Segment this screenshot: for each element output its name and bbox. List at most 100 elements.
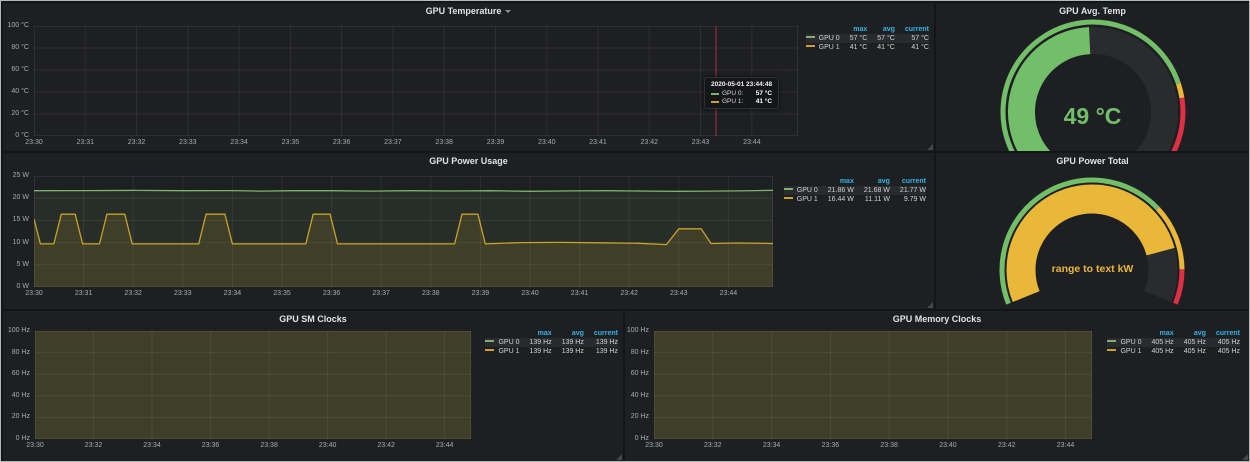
y-tick-label: 0 Hz	[625, 435, 649, 442]
grafana-dashboard: GPU Temperature maxavgcurrentGPU 057 °C5…	[0, 0, 1250, 462]
chart-area-gpu_memory_clocks[interactable]	[654, 331, 1092, 439]
y-tick-label: 80 Hz	[3, 349, 30, 356]
panel-gpu-power-total: GPU Power Total range to text kW	[936, 153, 1249, 309]
panel-gpu-power-usage: GPU Power Usage maxavgcurrentGPU 021.86 …	[3, 153, 934, 309]
legend-stat-header[interactable]: current	[584, 329, 618, 338]
y-tick-label: 40 Hz	[625, 392, 649, 399]
legend-stat-header[interactable]: avg	[854, 177, 890, 186]
legend-series-toggle[interactable]: GPU 1	[784, 195, 818, 204]
legend-stat-max: 41 °C	[840, 43, 868, 52]
legend-stat-header[interactable]: max	[1142, 329, 1174, 338]
series-fills	[654, 331, 1092, 439]
legend-stat-max: 405 Hz	[1142, 347, 1174, 356]
x-tick-label: 23:42	[634, 139, 664, 146]
legend-stat-avg: 41 °C	[867, 43, 895, 52]
panel-title-gpu-power-usage[interactable]: GPU Power Usage	[3, 155, 934, 168]
legend-table: maxavgcurrentGPU 057 °C57 °C57 °CGPU 141…	[806, 25, 929, 52]
panel-title-gpu-power-total[interactable]: GPU Power Total	[936, 155, 1249, 168]
legend-series-toggle[interactable]: GPU 0	[806, 34, 840, 43]
legend-stat-header[interactable]: current	[895, 25, 929, 34]
y-tick-label: 0 Hz	[3, 435, 30, 442]
panel-title-gpu-sm-clocks[interactable]: GPU SM Clocks	[3, 313, 623, 326]
y-tick-label: 20 Hz	[3, 413, 30, 420]
legend-stat-header[interactable]: avg	[1174, 329, 1206, 338]
legend-series-toggle[interactable]: GPU 1	[806, 43, 840, 52]
y-tick-label: 15 W	[3, 216, 29, 223]
x-tick-label: 23:34	[224, 139, 254, 146]
x-tick-label: 23:44	[430, 442, 460, 449]
x-tick-label: 23:40	[532, 139, 562, 146]
y-tick-label: 80 °C	[3, 44, 29, 51]
series-fills	[34, 190, 773, 287]
panel-resize-handle[interactable]	[1242, 454, 1248, 460]
y-tick-label: 0 W	[3, 283, 29, 290]
x-tick-label: 23:44	[1051, 442, 1081, 449]
y-tick-label: 20 W	[3, 194, 29, 201]
legend-stat-avg: 139 Hz	[552, 338, 584, 347]
chart-area-gpu_power_usage[interactable]	[34, 176, 773, 287]
legend-stat-current: 139 Hz	[584, 338, 618, 347]
y-tick-label: 5 W	[3, 261, 29, 268]
legend-row-gpu-0: GPU 0405 Hz405 Hz405 Hz	[1107, 338, 1240, 347]
legend-row-gpu-1: GPU 1139 Hz139 Hz139 Hz	[485, 347, 618, 356]
series-color-swatch	[806, 36, 815, 38]
legend-stat-avg: 11.11 W	[854, 195, 890, 204]
series-color-swatch	[784, 197, 793, 199]
x-tick-label: 23:34	[217, 290, 247, 297]
legend-stat-current: 57 °C	[895, 34, 929, 43]
y-tick-label: 80 Hz	[625, 349, 649, 356]
legend-stat-max: 57 °C	[840, 34, 868, 43]
x-tick-label: 23:36	[815, 442, 845, 449]
legend-header-spacer	[485, 329, 519, 338]
panel-title-gpu-temperature[interactable]: GPU Temperature	[3, 5, 934, 18]
legend-series-toggle[interactable]: GPU 1	[1107, 347, 1141, 356]
legend-row-gpu-0: GPU 021.86 W21.68 W21.77 W	[784, 186, 926, 195]
chart-area-gpu_sm_clocks[interactable]	[35, 331, 471, 439]
x-tick-label: 23:42	[371, 442, 401, 449]
legend-stat-header[interactable]: avg	[867, 25, 895, 34]
legend-stat-header[interactable]: avg	[552, 329, 584, 338]
legend-series-toggle[interactable]: GPU 0	[1107, 338, 1141, 347]
legend-stat-header[interactable]: max	[818, 177, 854, 186]
chart-tooltip: 2020-05-01 23:44:48 GPU 0:57 °CGPU 1:41 …	[704, 77, 779, 109]
x-tick-label: 23:32	[122, 139, 152, 146]
y-tick-label: 100 Hz	[3, 327, 30, 334]
legend-stat-max: 405 Hz	[1142, 338, 1174, 347]
panel-title-gpu-avg-temp[interactable]: GPU Avg. Temp	[936, 5, 1249, 18]
legend-row-gpu-0: GPU 0139 Hz139 Hz139 Hz	[485, 338, 618, 347]
legend-row-gpu-0: GPU 057 °C57 °C57 °C	[806, 34, 929, 43]
panel-title-text: GPU SM Clocks	[279, 314, 347, 324]
legend-series-toggle[interactable]: GPU 0	[485, 338, 519, 347]
legend-header-spacer	[806, 25, 840, 34]
legend-row-gpu-1: GPU 116.44 W11.11 W9.79 W	[784, 195, 926, 204]
chart-area-gpu_temperature[interactable]	[34, 26, 798, 136]
y-tick-label: 60 Hz	[625, 370, 649, 377]
x-tick-label: 23:43	[664, 290, 694, 297]
series-color-swatch	[806, 45, 815, 47]
legend-series-toggle[interactable]: GPU 0	[784, 186, 818, 195]
panel-title-gpu-memory-clocks[interactable]: GPU Memory Clocks	[625, 313, 1249, 326]
x-tick-label: 23:40	[933, 442, 963, 449]
y-tick-label: 60 Hz	[3, 370, 30, 377]
legend-stat-current: 139 Hz	[584, 347, 618, 356]
panel-resize-handle[interactable]	[927, 302, 933, 308]
legend-stat-current: 405 Hz	[1206, 347, 1240, 356]
panel-resize-handle[interactable]	[616, 454, 622, 460]
panel-resize-handle[interactable]	[927, 144, 933, 150]
legend-stat-header[interactable]: max	[520, 329, 552, 338]
gauge-gpu_power_total	[936, 153, 1249, 309]
legend-table: maxavgcurrent GPU 0 139 Hz139 Hz139 Hz GPU …	[485, 329, 618, 356]
x-tick-label: 23:40	[515, 290, 545, 297]
y-tick-label: 25 W	[3, 172, 29, 179]
series-color-swatch	[485, 349, 494, 351]
x-tick-label: 23:35	[267, 290, 297, 297]
x-tick-label: 23:30	[639, 442, 669, 449]
legend-stat-header[interactable]: current	[1206, 329, 1240, 338]
x-tick-label: 23:32	[79, 442, 109, 449]
x-tick-label: 23:33	[168, 290, 198, 297]
x-tick-label: 23:43	[686, 139, 716, 146]
legend-stat-header[interactable]: current	[890, 177, 926, 186]
legend-stat-header[interactable]: max	[840, 25, 868, 34]
x-tick-label: 23:35	[275, 139, 305, 146]
legend-series-toggle[interactable]: GPU 1	[485, 347, 519, 356]
